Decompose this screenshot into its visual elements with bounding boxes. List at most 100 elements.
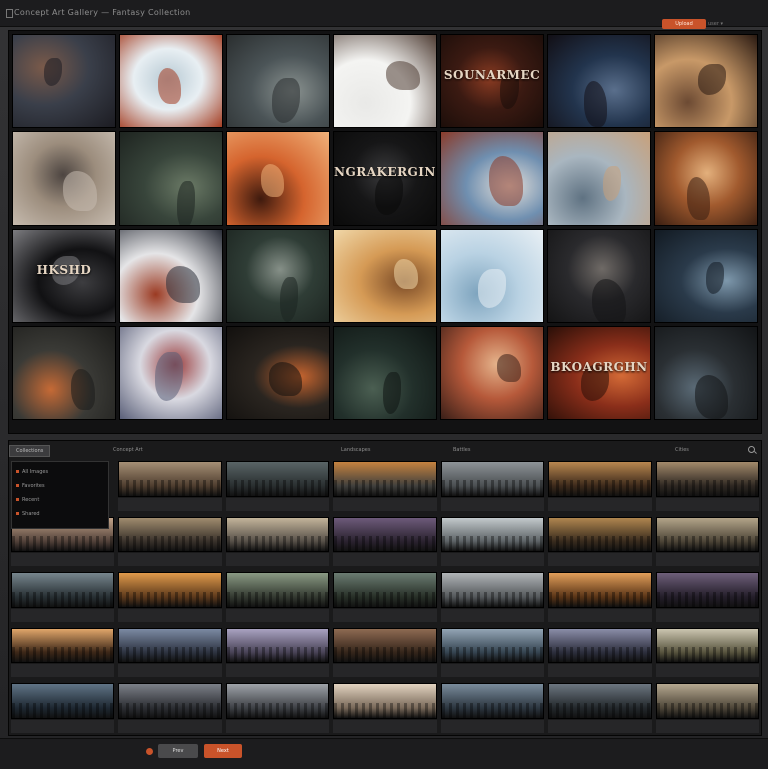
featured-tile[interactable] [12, 131, 116, 226]
library-item[interactable] [440, 683, 545, 733]
artwork-figure [497, 354, 521, 383]
tab[interactable]: Cities [675, 445, 689, 455]
featured-tile[interactable]: NGRAKERGINU [333, 131, 437, 226]
library-item[interactable] [440, 461, 545, 511]
featured-tile[interactable] [226, 131, 330, 226]
featured-tile[interactable] [654, 34, 758, 129]
thumbnail-detail [119, 702, 221, 718]
featured-tile[interactable] [440, 325, 544, 420]
library-item[interactable] [225, 683, 330, 733]
sidebar-item-label: Recent [22, 497, 40, 503]
featured-tile[interactable] [547, 34, 651, 129]
featured-tile[interactable]: SOUNARMEC [440, 34, 544, 129]
featured-tile[interactable] [333, 34, 437, 129]
prev-button[interactable]: Prev [158, 744, 198, 758]
artwork-figure [177, 181, 196, 225]
library-item[interactable] [118, 461, 222, 511]
tab[interactable]: Collections [9, 445, 51, 457]
featured-tile[interactable] [654, 325, 758, 420]
library-item[interactable] [118, 627, 222, 678]
library-item[interactable] [11, 572, 115, 622]
library-item[interactable] [655, 572, 759, 622]
library-item[interactable] [11, 627, 115, 678]
library-item[interactable] [225, 572, 330, 622]
library-item[interactable] [333, 461, 437, 511]
library-item[interactable] [548, 516, 652, 567]
tile-title: NGRAKERGINU [334, 165, 436, 180]
library-item[interactable] [118, 572, 222, 622]
thumbnail [655, 683, 759, 719]
library-item[interactable] [225, 516, 330, 567]
thumbnail-detail [12, 702, 114, 718]
library-item[interactable] [440, 516, 545, 567]
library-item[interactable] [440, 572, 545, 622]
item-label [333, 497, 437, 511]
item-label [225, 553, 330, 567]
thumbnail-detail [549, 647, 651, 663]
featured-tile[interactable] [547, 131, 651, 226]
library-item[interactable] [440, 627, 545, 678]
featured-tile[interactable] [119, 131, 223, 226]
library-item[interactable] [333, 683, 437, 733]
library-item[interactable] [333, 572, 437, 622]
featured-tile[interactable] [547, 228, 651, 323]
next-button[interactable]: Next [204, 744, 242, 758]
library-item[interactable] [333, 627, 437, 678]
library-item[interactable] [333, 516, 437, 567]
artwork-figure [260, 163, 285, 197]
library-item[interactable] [548, 461, 652, 511]
library-item[interactable] [548, 683, 652, 733]
featured-tile[interactable] [440, 228, 544, 323]
featured-tile[interactable] [333, 325, 437, 420]
library-item[interactable] [655, 516, 759, 567]
thumbnail-detail [441, 536, 544, 552]
library-item[interactable] [655, 627, 759, 678]
featured-tile[interactable] [119, 325, 223, 420]
thumbnail-detail [334, 647, 436, 663]
tab[interactable]: Landscapes [341, 445, 370, 455]
sidebar-item[interactable]: Recent [16, 496, 39, 504]
featured-tile[interactable] [12, 34, 116, 129]
library-item[interactable] [118, 683, 222, 733]
artwork-figure [686, 176, 711, 220]
item-label [440, 719, 545, 733]
library-item[interactable] [655, 683, 759, 733]
library-item[interactable] [225, 461, 330, 511]
thumbnail [655, 627, 759, 664]
featured-tile[interactable] [654, 228, 758, 323]
upload-button[interactable]: Upload [662, 19, 706, 29]
featured-tile[interactable] [12, 325, 116, 420]
library-item[interactable] [118, 516, 222, 567]
library-item[interactable] [11, 683, 115, 733]
featured-tile[interactable] [119, 228, 223, 323]
thumbnail-detail [119, 591, 221, 607]
search-icon[interactable] [748, 446, 755, 453]
artwork-figure [386, 60, 420, 91]
library-item[interactable] [225, 627, 330, 678]
tab[interactable]: Concept Art [113, 445, 143, 455]
featured-tile[interactable] [226, 228, 330, 323]
featured-tile[interactable] [440, 131, 544, 226]
thumbnail-detail [656, 591, 758, 607]
thumbnail-detail [441, 591, 544, 607]
item-label [548, 608, 652, 622]
featured-tile[interactable] [654, 131, 758, 226]
featured-tile[interactable]: BKOAGRGHN [547, 325, 651, 420]
featured-tile[interactable] [226, 325, 330, 420]
sidebar-item[interactable]: All Images [16, 468, 48, 476]
featured-tile[interactable]: HKSHD [12, 228, 116, 323]
item-label [118, 553, 222, 567]
sidebar-item[interactable]: Shared [16, 510, 40, 518]
library-item[interactable] [548, 572, 652, 622]
tab[interactable]: Battles [453, 445, 471, 455]
user-menu[interactable]: user ▾ [708, 20, 758, 28]
featured-tile[interactable] [333, 228, 437, 323]
featured-tile[interactable] [226, 34, 330, 129]
library-item[interactable] [548, 627, 652, 678]
sidebar-item[interactable]: Favorites [16, 482, 45, 490]
featured-tile[interactable] [119, 34, 223, 129]
thumbnail [548, 627, 652, 664]
artwork-figure [157, 68, 182, 105]
library-item[interactable] [655, 461, 759, 511]
item-label [11, 719, 115, 733]
